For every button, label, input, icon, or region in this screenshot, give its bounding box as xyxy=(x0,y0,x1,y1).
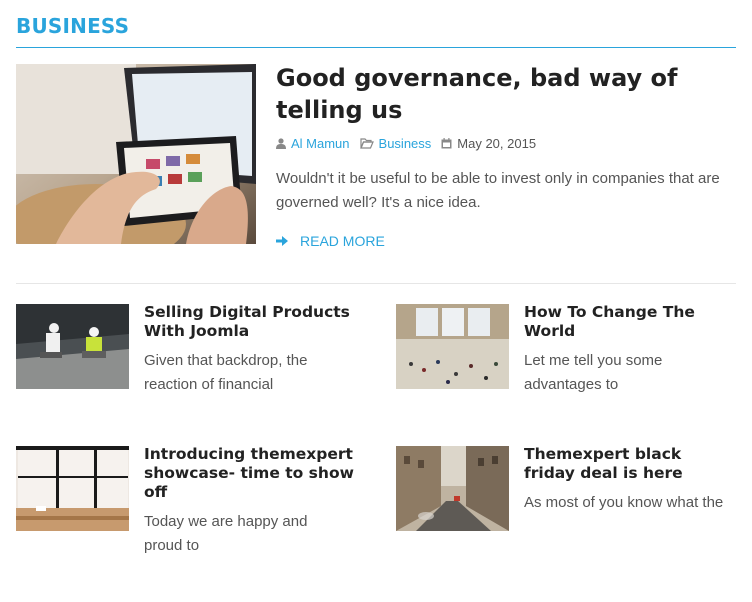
author-name[interactable]: Al Mamun xyxy=(291,136,350,151)
tablet-photo-icon xyxy=(16,64,256,244)
post-date: May 20, 2015 xyxy=(457,136,537,151)
divider xyxy=(16,283,736,284)
street-photo-icon xyxy=(396,446,509,531)
calendar-icon xyxy=(441,138,452,149)
item-title[interactable]: Selling Digital Products With Joomla xyxy=(144,303,356,341)
item-thumbnail[interactable] xyxy=(16,304,129,389)
read-more-label[interactable]: READ MORE xyxy=(300,233,385,249)
date-meta: May 20, 2015 xyxy=(441,136,536,151)
featured-title[interactable]: Good governance, bad way of telling us xyxy=(276,62,736,126)
folder-open-icon xyxy=(359,138,374,149)
office-photo-icon xyxy=(16,446,129,531)
category-meta[interactable]: Business xyxy=(359,136,432,151)
station-photo-icon xyxy=(396,304,509,389)
author-meta[interactable]: Al Mamun xyxy=(276,136,350,151)
section-title: BUSINESS xyxy=(16,14,130,38)
workers-photo-icon xyxy=(16,304,129,389)
featured-excerpt: Wouldn't it be useful to be able to inve… xyxy=(276,170,720,211)
item-title[interactable]: Themexpert black friday deal is here xyxy=(524,445,736,483)
section-title-rule xyxy=(16,47,736,48)
item-title[interactable]: How To Change The World xyxy=(524,303,736,341)
user-icon xyxy=(276,138,286,149)
item-title[interactable]: Introducing themexpert showcase- time to… xyxy=(144,445,356,502)
post-meta: Al Mamun Business May 20, 2015 xyxy=(276,136,546,151)
read-more-link[interactable]: READ MORE xyxy=(276,233,385,249)
item-excerpt: Given that backdrop, the reaction of fin… xyxy=(144,352,308,393)
item-excerpt: Today we are happy and proud to xyxy=(144,513,308,554)
item-thumbnail[interactable] xyxy=(396,304,509,389)
featured-image[interactable] xyxy=(16,64,256,244)
item-excerpt: As most of you know what the xyxy=(524,494,724,511)
arrow-right-icon xyxy=(276,236,288,246)
item-excerpt: Let me tell you some advantages to xyxy=(524,352,663,393)
item-thumbnail[interactable] xyxy=(16,446,129,531)
category-name[interactable]: Business xyxy=(379,136,432,151)
item-thumbnail[interactable] xyxy=(396,446,509,531)
